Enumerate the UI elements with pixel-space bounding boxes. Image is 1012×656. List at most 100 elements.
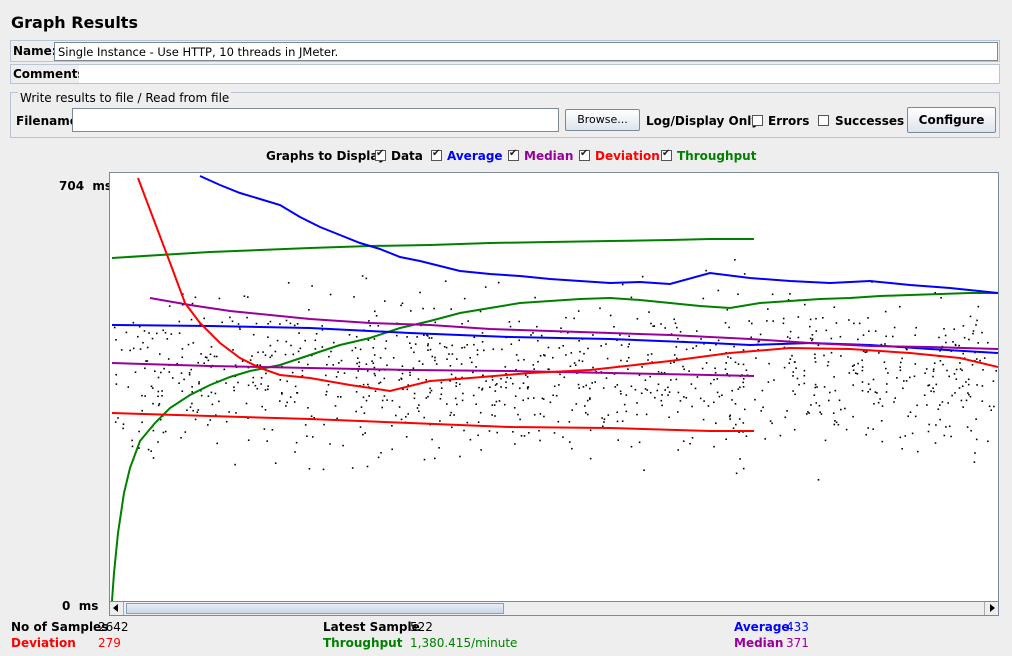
- data-point: [975, 438, 978, 441]
- data-point: [257, 351, 259, 354]
- data-point: [848, 372, 851, 374]
- data-point: [742, 467, 745, 470]
- data-point: [899, 366, 901, 368]
- data-point: [497, 281, 500, 284]
- data-point: [621, 420, 624, 422]
- data-point: [496, 431, 498, 434]
- data-point: [237, 381, 239, 384]
- scroll-right-button[interactable]: [984, 602, 998, 615]
- data-point: [904, 435, 907, 437]
- data-point: [533, 368, 535, 370]
- data-point: [285, 340, 288, 343]
- data-point: [553, 385, 556, 388]
- data-point: [966, 426, 969, 428]
- scroll-thumb[interactable]: [126, 603, 504, 614]
- data-point: [783, 366, 786, 369]
- median-checkbox[interactable]: [508, 148, 519, 161]
- data-point: [873, 403, 875, 405]
- throughput-label: Throughput: [323, 636, 403, 650]
- scroll-left-button[interactable]: [110, 602, 124, 615]
- data-point: [310, 415, 313, 417]
- data-point: [829, 391, 831, 394]
- data-point: [951, 394, 953, 397]
- data-point: [953, 373, 956, 375]
- data-point: [429, 391, 431, 394]
- data-point: [292, 353, 295, 356]
- data-point: [463, 429, 465, 432]
- errors-checkbox[interactable]: [752, 115, 763, 126]
- data-point: [987, 341, 989, 344]
- data-point: [854, 372, 857, 374]
- throughput-checkbox[interactable]: [661, 148, 672, 161]
- data-point: [469, 357, 471, 359]
- data-point: [484, 286, 487, 288]
- latest-sample-label: Latest Sample: [323, 620, 420, 634]
- data-point: [433, 307, 435, 310]
- data-point: [200, 353, 202, 355]
- data-point: [141, 421, 143, 424]
- data-point: [807, 411, 809, 413]
- data-point: [269, 356, 272, 359]
- data-point: [616, 384, 619, 386]
- data-point: [789, 293, 791, 295]
- horizontal-scrollbar[interactable]: [109, 601, 999, 616]
- name-input[interactable]: Single Instance - Use HTTP, 10 threads i…: [54, 42, 998, 61]
- data-point: [479, 411, 482, 414]
- data-point: [540, 334, 543, 337]
- data-point: [321, 325, 323, 327]
- data-point: [975, 324, 977, 326]
- data-point: [857, 338, 859, 341]
- data-point: [814, 357, 816, 359]
- data-checkbox[interactable]: [375, 148, 386, 161]
- data-point: [400, 377, 402, 380]
- data-point: [625, 394, 628, 396]
- data-point: [418, 410, 420, 413]
- data-point: [439, 398, 442, 400]
- data-point: [903, 380, 905, 382]
- data-point: [911, 432, 914, 435]
- data-point: [835, 421, 838, 424]
- data-point: [955, 378, 958, 380]
- data-point: [508, 321, 511, 323]
- data-point: [830, 337, 833, 340]
- data-point: [385, 340, 388, 342]
- data-point: [115, 373, 117, 376]
- data-point: [184, 431, 187, 433]
- data-point: [251, 355, 253, 357]
- data-point: [995, 370, 997, 372]
- deviation-checkbox[interactable]: [579, 148, 590, 161]
- data-point: [157, 395, 159, 398]
- data-point: [494, 415, 496, 417]
- comments-input[interactable]: [79, 65, 999, 83]
- data-point: [435, 363, 438, 365]
- successes-checkbox[interactable]: [818, 115, 829, 126]
- data-point: [750, 336, 752, 339]
- data-point: [267, 323, 269, 325]
- browse-button[interactable]: Browse...: [565, 109, 640, 131]
- filename-input[interactable]: [72, 108, 559, 132]
- average-checkbox[interactable]: [431, 148, 442, 161]
- data-point: [405, 436, 408, 438]
- data-point: [867, 427, 869, 429]
- data-point: [742, 422, 745, 424]
- data-point: [537, 360, 539, 363]
- data-point: [724, 322, 727, 324]
- data-point: [138, 430, 140, 433]
- data-point: [400, 418, 403, 421]
- data-point: [675, 346, 678, 348]
- data-point: [533, 397, 535, 399]
- data-point: [209, 353, 212, 356]
- data-point: [833, 423, 836, 426]
- data-point: [866, 351, 868, 353]
- data-point: [148, 332, 150, 334]
- data-point: [552, 356, 554, 359]
- data-point: [489, 386, 491, 388]
- data-point: [203, 362, 205, 364]
- data-point: [574, 364, 577, 366]
- configure-button[interactable]: Configure: [907, 107, 996, 133]
- data-point: [705, 362, 708, 364]
- data-point: [605, 377, 608, 379]
- data-point: [840, 355, 842, 357]
- data-point: [440, 381, 443, 384]
- data-point: [691, 405, 693, 408]
